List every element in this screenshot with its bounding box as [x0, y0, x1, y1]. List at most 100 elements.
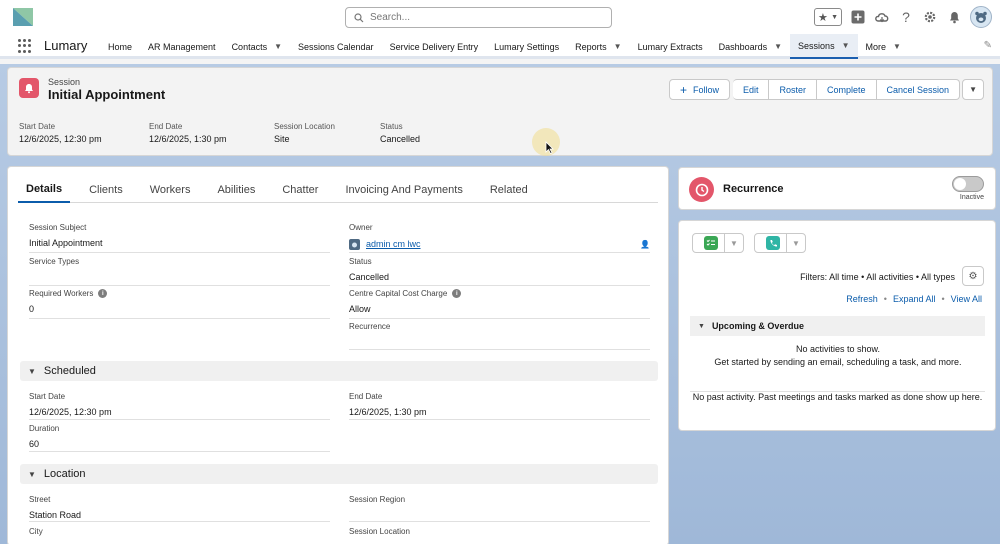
global-header: Search... ★ ▼ ? [0, 0, 1000, 34]
field-start-date: Start Date 12/6/2025, 12:30 pm [29, 392, 330, 420]
nav-item-ar-management[interactable]: AR Management [140, 34, 224, 59]
chevron-down-icon[interactable]: ▼ [786, 233, 805, 253]
field-label: Session Region [349, 495, 406, 504]
roster-button[interactable]: Roster [769, 79, 817, 100]
global-search-input[interactable]: Search... [345, 7, 612, 28]
complete-button-label: Complete [827, 84, 866, 95]
refresh-link[interactable]: Refresh [846, 294, 878, 304]
nav-item-home[interactable]: Home [100, 34, 140, 59]
record-actions: + Follow Edit Roster Complete Cancel Ses… [668, 79, 984, 100]
cancel-session-button-label: Cancel Session [886, 84, 950, 95]
cancel-session-button[interactable]: Cancel Session [876, 79, 961, 100]
notifications-bell-icon[interactable] [946, 9, 962, 25]
nav-item-lumary-settings[interactable]: Lumary Settings [486, 34, 567, 59]
highlight-label: Session Location [274, 122, 335, 131]
section-scheduled[interactable]: ▼ Scheduled [20, 361, 658, 381]
chevron-down-icon[interactable]: ▼ [724, 233, 743, 253]
roster-button-label: Roster [779, 84, 806, 95]
nav-item-contacts[interactable]: Contacts ▼ [224, 34, 290, 59]
expand-all-link[interactable]: Expand All [893, 294, 936, 304]
record-object-type: Session [48, 77, 81, 87]
nav-item-label: Reports [575, 41, 607, 52]
follow-button[interactable]: + Follow [668, 79, 730, 100]
chevron-down-icon[interactable]: ▼ [842, 41, 850, 50]
field-label: City [29, 527, 43, 536]
field-service-types: Service Types [29, 257, 330, 286]
nav-item-label: Home [108, 41, 133, 52]
field-owner: Owner admin cm lwc 👤 [349, 223, 650, 253]
record-tabs: Details Clients Workers Abilities Chatter Inv… [18, 177, 658, 203]
field-label-row: Required Workers i [29, 289, 330, 298]
highlight-label: Start Date [19, 122, 56, 131]
nav-item-dashboards[interactable]: Dashboards ▼ [711, 34, 790, 59]
field-value: Allow [349, 304, 371, 314]
chevron-down-icon: ▼ [698, 322, 705, 330]
user-avatar[interactable] [970, 6, 992, 28]
tab-chatter[interactable]: Chatter [274, 177, 326, 203]
no-past-activity-text: No past activity. Past meetings and task… [690, 391, 985, 402]
global-actions-icon[interactable] [850, 9, 866, 25]
tab-abilities[interactable]: Abilities [209, 177, 263, 203]
owner-link[interactable]: admin cm lwc [366, 239, 421, 249]
nav-item-lumary-extracts[interactable]: Lumary Extracts [630, 34, 711, 59]
field-label: Session Location [349, 527, 410, 536]
field-value: 60 [29, 439, 40, 449]
view-all-link[interactable]: View All [951, 294, 982, 304]
separator-dot: • [883, 294, 887, 304]
complete-button[interactable]: Complete [817, 79, 877, 100]
help-icon[interactable]: ? [898, 9, 914, 25]
highlight-status: Status Cancelled [380, 122, 500, 144]
field-label: Centre Capital Cost Charge [349, 289, 448, 298]
field-city: City [29, 527, 330, 544]
star-icon: ★ [818, 11, 828, 24]
tab-clients[interactable]: Clients [81, 177, 131, 203]
upcoming-overdue-section[interactable]: ▼ Upcoming & Overdue [690, 316, 985, 336]
tab-related[interactable]: Related [482, 177, 536, 203]
info-icon[interactable]: i [98, 289, 108, 298]
log-call-button[interactable]: ▼ [754, 233, 806, 253]
tab-details[interactable]: Details [18, 177, 71, 203]
field-value: 12/6/2025, 1:30 pm [349, 407, 427, 417]
highlights-panel: Start Date 12/6/2025, 12:30 pm End Date … [19, 122, 500, 144]
change-owner-icon[interactable]: 👤 [640, 240, 650, 249]
trailhead-icon[interactable] [874, 9, 890, 25]
new-task-button[interactable]: ▼ [692, 233, 744, 253]
nav-item-reports[interactable]: Reports ▼ [567, 34, 629, 59]
section-title: Location [43, 468, 86, 480]
nav-item-label: Lumary Settings [494, 41, 560, 52]
edit-button[interactable]: Edit [732, 79, 770, 100]
field-status: Status Cancelled [349, 257, 650, 286]
lumary-logo-icon[interactable] [12, 7, 34, 27]
more-actions-button[interactable]: ▼ [962, 79, 984, 100]
app-launcher-icon[interactable] [18, 39, 32, 53]
follow-button-label: Follow [692, 84, 719, 95]
tab-invoicing-and-payments[interactable]: Invoicing And Payments [337, 177, 470, 203]
favorites-button[interactable]: ★ ▼ [814, 8, 842, 26]
field-label: Duration [29, 424, 60, 433]
filter-settings-gear-icon[interactable]: ⚙ [962, 266, 984, 286]
field-label: Session Subject [29, 223, 87, 232]
section-location[interactable]: ▼ Location [20, 464, 658, 484]
nav-item-service-delivery-entry[interactable]: Service Delivery Entry [382, 34, 487, 59]
nav-item-sessions-calendar[interactable]: Sessions Calendar [290, 34, 382, 59]
nav-item-label: Lumary Extracts [637, 41, 703, 52]
field-label: Owner [349, 223, 373, 232]
nav-item-more[interactable]: More ▼ [858, 34, 909, 59]
recurrence-toggle[interactable] [952, 176, 984, 192]
details-panel: Details Clients Workers Abilities Chatter Inv… [7, 166, 669, 544]
recurrence-title: Recurrence [723, 183, 784, 195]
app-name: Lumary [44, 38, 88, 53]
edit-nav-pencil-icon[interactable]: ✎ [984, 40, 992, 51]
field-value: 12/6/2025, 12:30 pm [29, 407, 112, 417]
nav-item-sessions[interactable]: Sessions ▼ [790, 34, 858, 59]
chevron-down-icon[interactable]: ▼ [274, 42, 282, 51]
field-label: Service Types [29, 257, 80, 266]
chevron-down-icon[interactable]: ▼ [774, 42, 782, 51]
info-icon[interactable]: i [452, 289, 462, 298]
get-started-text: Get started by sending an email, schedul… [714, 357, 962, 367]
field-end-date: End Date 12/6/2025, 1:30 pm [349, 392, 650, 420]
chevron-down-icon[interactable]: ▼ [893, 42, 901, 51]
chevron-down-icon[interactable]: ▼ [614, 42, 622, 51]
setup-gear-icon[interactable] [922, 9, 938, 25]
tab-workers[interactable]: Workers [142, 177, 199, 203]
